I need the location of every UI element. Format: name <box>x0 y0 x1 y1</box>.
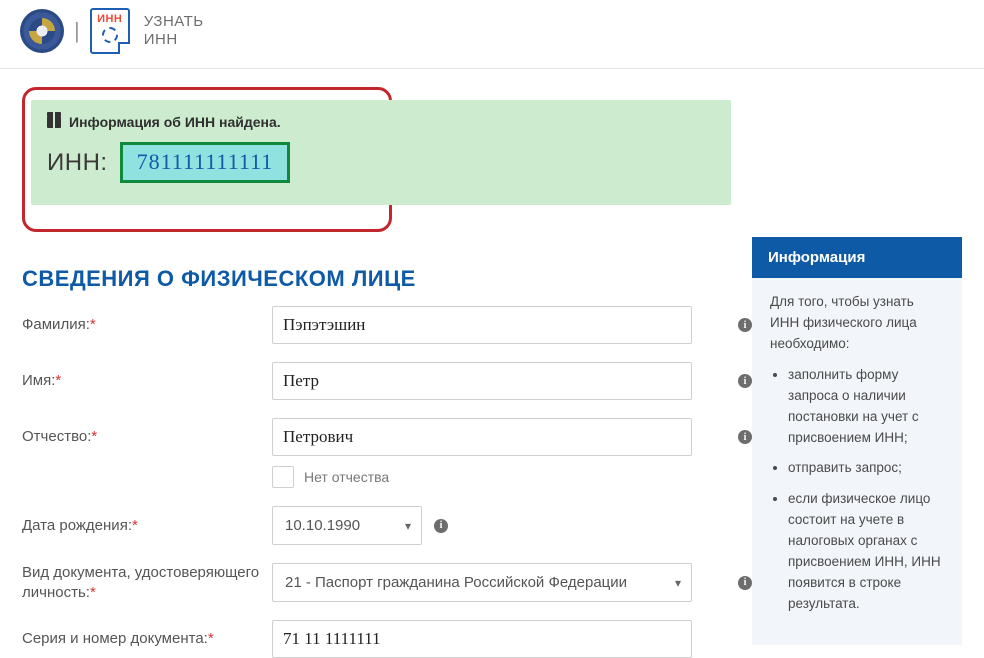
birthdate-input[interactable]: 10.10.1990 ▾ <box>272 506 422 545</box>
success-text: Информация об ИНН найдена. <box>69 114 281 130</box>
docnum-input[interactable] <box>272 620 692 658</box>
info-icon[interactable]: i <box>738 318 752 332</box>
firstname-input[interactable] <box>272 362 692 400</box>
info-icon[interactable]: i <box>738 576 752 590</box>
person-form: Фамилия:* i Имя:* i Отчество:* <box>22 306 728 658</box>
middlename-label: Отчество:* <box>22 427 272 447</box>
chevron-down-icon: ▾ <box>405 519 411 533</box>
middlename-input[interactable] <box>272 418 692 456</box>
separator: | <box>74 18 80 44</box>
inn-label: ИНН: <box>47 149 108 177</box>
info-panel-intro: Для того, чтобы узнать ИНН физического л… <box>770 292 944 355</box>
app-header: | ИНН УЗНАТЬ ИНН <box>0 0 984 69</box>
info-bullet: заполнить форму запроса о наличии постан… <box>788 365 944 449</box>
inn-doc-icon: ИНН <box>90 8 130 54</box>
success-heading: Информация об ИНН найдена. <box>47 114 715 130</box>
spinner-icon <box>102 27 118 43</box>
info-panel-list: заполнить форму запроса о наличии постан… <box>770 365 944 615</box>
section-title: СВЕДЕНИЯ О ФИЗИЧЕСКОМ ЛИЦЕ <box>22 266 728 292</box>
info-panel: Информация Для того, чтобы узнать ИНН фи… <box>752 237 962 658</box>
birthdate-label: Дата рождения:* <box>22 516 272 536</box>
emblem-icon <box>20 9 64 53</box>
info-bullet: если физическое лицо состоит на учете в … <box>788 489 944 615</box>
info-panel-title: Информация <box>752 237 962 278</box>
docnum-label: Серия и номер документа:* <box>22 629 272 649</box>
info-bullet: отправить запрос; <box>788 458 944 479</box>
no-middlename-checkbox[interactable] <box>272 466 294 488</box>
doctype-label: Вид документа, удостоверяющего личность:… <box>22 563 272 602</box>
app-title: УЗНАТЬ ИНН <box>144 13 204 49</box>
result-highlight: Информация об ИНН найдена. ИНН: 78111111… <box>22 87 392 232</box>
lastname-label: Фамилия:* <box>22 315 272 335</box>
lastname-input[interactable] <box>272 306 692 344</box>
firstname-label: Имя:* <box>22 371 272 391</box>
app-title-line1: УЗНАТЬ <box>144 13 204 31</box>
info-icon[interactable]: i <box>738 374 752 388</box>
no-middlename-label: Нет отчества <box>304 469 389 485</box>
doc-badge-text: ИНН <box>97 13 122 25</box>
doctype-select[interactable]: 21 - Паспорт гражданина Российской Федер… <box>272 563 692 602</box>
gift-icon <box>47 116 61 128</box>
inn-value: 781111111111 <box>120 142 291 183</box>
success-panel: Информация об ИНН найдена. ИНН: 78111111… <box>31 100 731 205</box>
info-icon[interactable]: i <box>434 519 448 533</box>
app-title-line2: ИНН <box>144 31 204 49</box>
chevron-down-icon: ▾ <box>675 576 681 590</box>
info-icon[interactable]: i <box>738 430 752 444</box>
